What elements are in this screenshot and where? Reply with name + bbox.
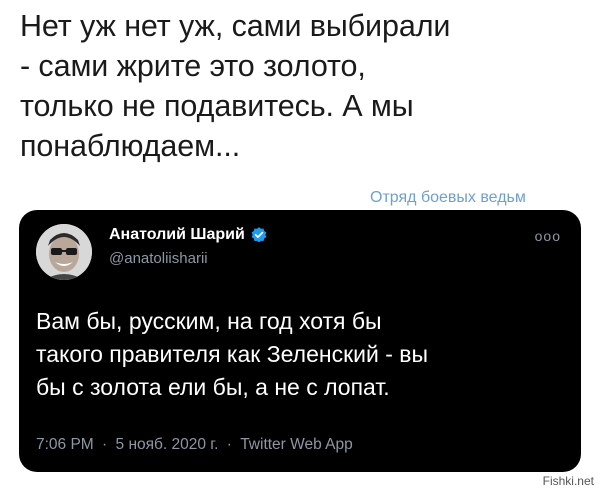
watermark-top: Отряд боевых ведьм: [370, 189, 526, 206]
author-row[interactable]: Анатолий Шарий: [109, 226, 268, 244]
avatar[interactable]: [36, 224, 92, 280]
caption-line: только не подавитесь. А мы: [20, 89, 414, 123]
caption-line: - сами жрите это золото,: [20, 49, 366, 83]
tweet-source[interactable]: Twitter Web App: [240, 436, 353, 453]
meta-separator: ·: [102, 436, 108, 453]
tweet-date[interactable]: 5 нояб. 2020 г.: [116, 436, 219, 453]
verified-badge-icon: [251, 227, 267, 243]
author-handle[interactable]: @anatoliisharii: [109, 250, 208, 267]
meta-separator: ·: [226, 436, 232, 453]
watermark-bottom: Fishki.net: [542, 474, 594, 488]
tweet-text: Вам бы, русским, на год хотя бы такого п…: [36, 305, 566, 404]
avatar-photo-icon: [36, 224, 92, 280]
more-options-icon[interactable]: ooo: [535, 228, 561, 244]
tweet-card[interactable]: Анатолий Шарий @anatoliisharii ooo Вам б…: [19, 210, 581, 472]
caption-line: Нет уж нет уж, сами выбирали: [20, 9, 451, 43]
tweet-line: бы с золота ели бы, а не с лопат.: [36, 374, 390, 400]
tweet-line: такого правителя как Зеленский - вы: [36, 341, 429, 367]
author-name[interactable]: Анатолий Шарий: [109, 226, 245, 244]
caption-text: Нет уж нет уж, сами выбирали - сами жрит…: [20, 6, 580, 166]
tweet-meta: 7:06 PM · 5 нояб. 2020 г. · Twitter Web …: [36, 436, 357, 454]
tweet-line: Вам бы, русским, на год хотя бы: [36, 308, 382, 334]
tweet-time[interactable]: 7:06 PM: [36, 436, 94, 453]
caption-line: понаблюдаем...: [20, 129, 241, 163]
